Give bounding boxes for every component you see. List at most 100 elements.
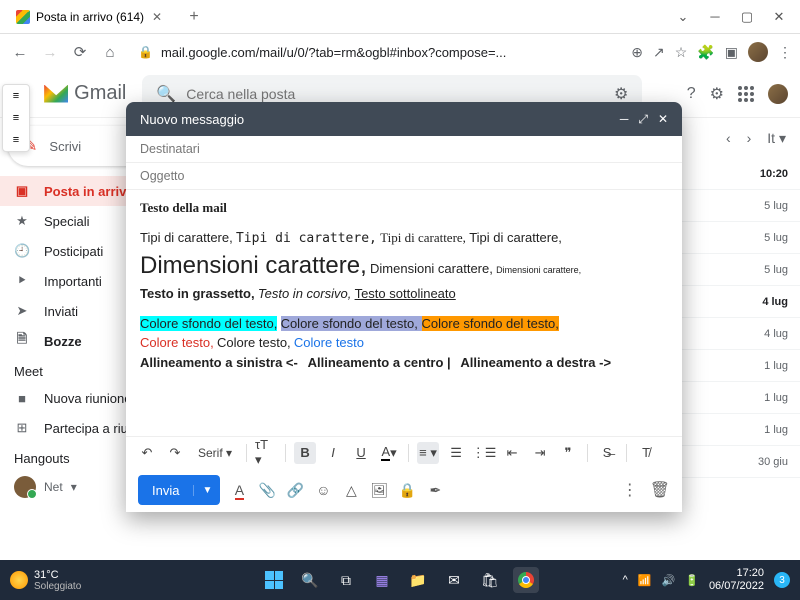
- profile-avatar[interactable]: [748, 42, 768, 62]
- next-page-icon[interactable]: ›: [747, 130, 752, 146]
- compose-titlebar[interactable]: Nuovo messaggio ─ ⤢ ✕: [126, 102, 682, 136]
- mail-app-icon[interactable]: ✉: [441, 567, 467, 593]
- redo-icon[interactable]: ↷: [164, 442, 186, 464]
- chevron-down-icon[interactable]: ⌄: [676, 9, 690, 25]
- maximize-icon[interactable]: ▢: [740, 9, 754, 25]
- chevron-down-icon[interactable]: ▾: [71, 480, 77, 494]
- clock[interactable]: 17:20 06/07/2022: [709, 567, 764, 593]
- address-bar[interactable]: 🔒 mail.google.com/mail/u/0/?tab=rm&ogbl#…: [128, 38, 625, 66]
- apps-grid-icon[interactable]: [738, 86, 754, 102]
- minimize-icon[interactable]: ─: [708, 9, 722, 25]
- extensions-icon[interactable]: 🧩: [697, 44, 714, 61]
- home-button[interactable]: ⌂: [98, 40, 122, 64]
- compose-body[interactable]: Testo della mail Tipi di carattere, Tipi…: [126, 190, 682, 436]
- store-icon[interactable]: 🛍: [477, 567, 503, 593]
- star-icon: ★: [14, 213, 30, 229]
- attach-icon[interactable]: 📎: [258, 482, 276, 499]
- widgets-icon[interactable]: ▦: [369, 567, 395, 593]
- font-format-icon[interactable]: A: [230, 482, 248, 498]
- browser-tab[interactable]: Posta in arrivo (614) ✕: [6, 3, 174, 31]
- font-size-icon[interactable]: τT ▾: [255, 442, 277, 464]
- share-icon[interactable]: ↗: [653, 44, 665, 61]
- bullet-list-icon[interactable]: ⋮☰: [473, 442, 495, 464]
- reload-button[interactable]: ⟳: [68, 40, 92, 64]
- align-popup: ≡ ≡ ≡: [2, 84, 30, 152]
- underline-button[interactable]: U: [350, 442, 372, 464]
- help-icon[interactable]: ?: [687, 85, 696, 103]
- emoji-icon[interactable]: ☺: [314, 482, 332, 498]
- compose-title: Nuovo messaggio: [140, 112, 244, 127]
- align-button[interactable]: ≡ ▾: [417, 442, 439, 464]
- battery-icon[interactable]: 🔋: [685, 574, 699, 587]
- camera-icon: ■: [14, 391, 30, 406]
- lock-icon: 🔒: [138, 45, 153, 59]
- notification-badge[interactable]: 3: [774, 572, 790, 588]
- align-right-option[interactable]: ≡: [3, 129, 29, 151]
- subject-field[interactable]: Oggetto: [126, 163, 682, 190]
- drive-icon[interactable]: △: [342, 482, 360, 499]
- search-options-icon[interactable]: ⚙: [614, 84, 628, 104]
- wifi-icon[interactable]: 📶: [638, 574, 652, 587]
- sidepanel-icon[interactable]: ▣: [725, 44, 738, 61]
- send-options-icon[interactable]: ▼: [193, 485, 220, 496]
- close-tab-icon[interactable]: ✕: [150, 10, 164, 24]
- volume-icon[interactable]: 🔊: [662, 574, 676, 587]
- weather-widget[interactable]: 31°C Soleggiato: [10, 569, 81, 592]
- close-icon[interactable]: ✕: [772, 9, 786, 25]
- clock-icon: 🕘: [14, 243, 30, 259]
- text-color-button[interactable]: A ▾: [378, 442, 400, 464]
- back-button[interactable]: ←: [8, 40, 32, 64]
- indent-more-icon[interactable]: ⇥: [529, 442, 551, 464]
- undo-icon[interactable]: ↶: [136, 442, 158, 464]
- confidential-icon[interactable]: 🔒: [398, 482, 416, 499]
- more-options-icon[interactable]: ⋮: [622, 480, 638, 500]
- italic-button[interactable]: I: [322, 442, 344, 464]
- minimize-compose-icon[interactable]: ─: [620, 112, 629, 127]
- signature-icon[interactable]: ✒: [426, 482, 444, 499]
- gmail-logo[interactable]: Gmail: [44, 82, 126, 105]
- prev-page-icon[interactable]: ‹: [726, 130, 731, 146]
- hangouts-avatar: [14, 476, 36, 498]
- taskbar-search-icon[interactable]: 🔍: [297, 567, 323, 593]
- taskview-icon[interactable]: ⧉: [333, 567, 359, 593]
- indent-less-icon[interactable]: ⇤: [501, 442, 523, 464]
- account-avatar[interactable]: [768, 84, 788, 104]
- inbox-icon: ▣: [14, 183, 30, 199]
- bold-button[interactable]: B: [294, 442, 316, 464]
- chrome-icon[interactable]: [513, 567, 539, 593]
- gmail-logo-text: Gmail: [74, 82, 126, 105]
- strikethrough-icon[interactable]: S̶: [596, 442, 618, 464]
- search-page-icon[interactable]: ⊕: [631, 44, 643, 61]
- quote-icon[interactable]: ❞: [557, 442, 579, 464]
- draft-icon: 🗎: [14, 330, 30, 352]
- keyboard-icon: ⊞: [14, 420, 30, 436]
- link-icon[interactable]: 🔗: [286, 482, 304, 499]
- align-center-option[interactable]: ≡: [3, 107, 29, 129]
- send-button[interactable]: Invia ▼: [138, 475, 220, 505]
- compose-label: Scrivi: [49, 139, 81, 154]
- close-compose-icon[interactable]: ✕: [658, 112, 668, 127]
- search-icon: 🔍: [156, 84, 176, 104]
- remove-formatting-icon[interactable]: T̸: [635, 442, 657, 464]
- settings-icon[interactable]: ⚙: [710, 84, 724, 104]
- explorer-icon[interactable]: 📁: [405, 567, 431, 593]
- important-icon: ⯈: [14, 273, 30, 289]
- search-input[interactable]: [186, 86, 604, 102]
- tray-chevron-icon[interactable]: ^: [623, 574, 628, 586]
- font-select[interactable]: Serif ▾: [192, 446, 238, 460]
- new-tab-button[interactable]: +: [182, 5, 206, 29]
- align-left-option[interactable]: ≡: [3, 85, 29, 107]
- format-toolbar: ↶ ↷ Serif ▾ τT ▾ B I U A ▾ ≡ ▾ ☰ ⋮☰ ⇤ ⇥ …: [126, 436, 682, 468]
- numbered-list-icon[interactable]: ☰: [445, 442, 467, 464]
- gmail-favicon: [16, 10, 30, 24]
- start-button[interactable]: [261, 567, 287, 593]
- forward-button: →: [38, 40, 62, 64]
- image-icon[interactable]: 🖼: [370, 482, 388, 499]
- menu-icon[interactable]: ⋮: [778, 44, 792, 61]
- input-tools-icon[interactable]: It ▾: [767, 130, 786, 147]
- discard-icon[interactable]: 🗑: [650, 480, 670, 500]
- recipients-field[interactable]: Destinatari: [126, 136, 682, 163]
- gmail-m-icon: [44, 85, 68, 103]
- expand-compose-icon[interactable]: ⤢: [638, 112, 648, 127]
- bookmark-icon[interactable]: ☆: [675, 44, 688, 61]
